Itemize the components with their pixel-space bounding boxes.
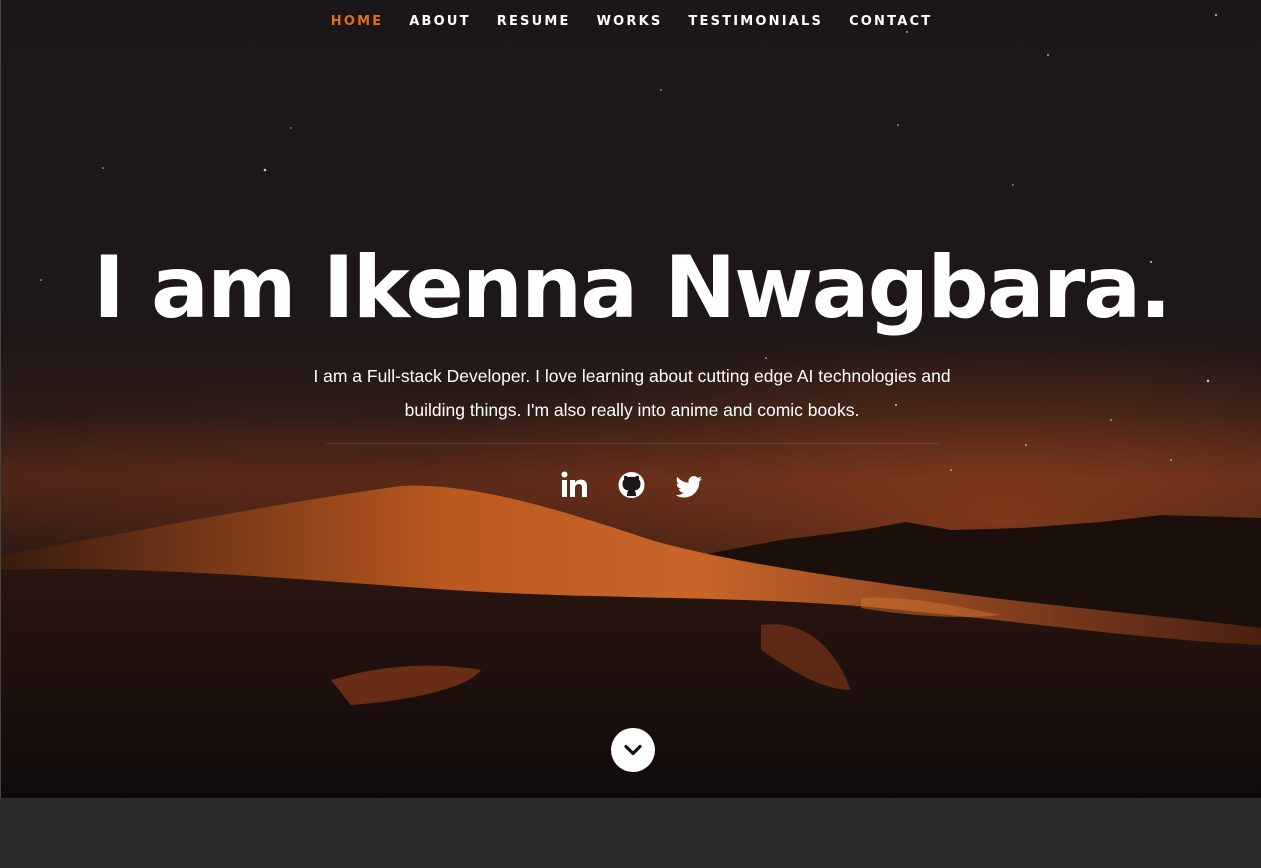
nav-item-home[interactable]: HOME xyxy=(331,14,384,29)
next-section xyxy=(0,798,1261,868)
chevron-down-icon xyxy=(624,744,642,756)
nav-item-testimonials[interactable]: TESTIMONIALS xyxy=(688,14,823,29)
nav-item-contact[interactable]: CONTACT xyxy=(849,14,932,29)
twitter-icon[interactable] xyxy=(674,468,703,502)
hero-bio: I am a Full-stack Developer. I love lear… xyxy=(313,366,951,420)
nav-item-about[interactable]: ABOUT xyxy=(409,14,470,29)
hero-headline: I am Ikenna Nwagbara. xyxy=(93,238,1172,338)
hero-divider xyxy=(326,443,938,444)
linkedin-icon[interactable] xyxy=(560,468,589,502)
social-links xyxy=(1,468,1261,502)
nav-item-works[interactable]: WORKS xyxy=(597,14,663,29)
main-nav: HOME ABOUT RESUME WORKS TESTIMONIALS CON… xyxy=(1,0,1261,42)
scroll-down-button[interactable] xyxy=(611,728,655,772)
github-icon[interactable] xyxy=(617,468,646,502)
nav-item-resume[interactable]: RESUME xyxy=(497,14,571,29)
hero-section: HOME ABOUT RESUME WORKS TESTIMONIALS CON… xyxy=(0,0,1261,798)
